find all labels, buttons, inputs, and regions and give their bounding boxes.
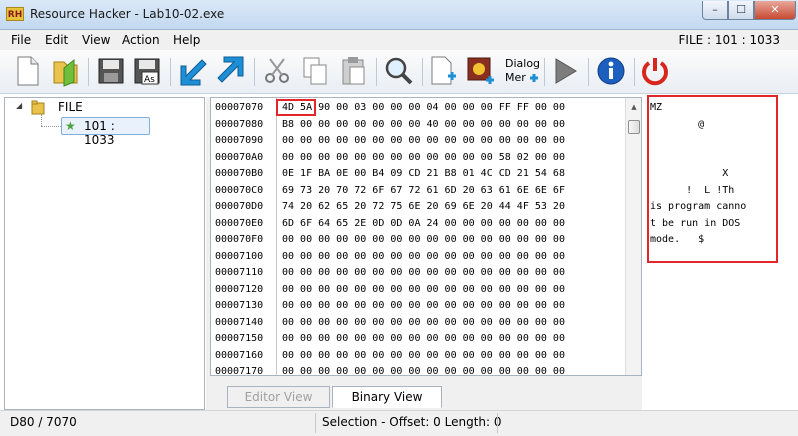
- add-image-icon[interactable]: [464, 54, 498, 88]
- menu-action[interactable]: Action: [122, 33, 160, 47]
- minimize-button[interactable]: –: [702, 1, 728, 20]
- hex-address: 00007100: [215, 250, 264, 262]
- compile-run-icon[interactable]: [548, 54, 582, 88]
- dialog-label: Dialog: [505, 57, 540, 70]
- svg-text:As: As: [144, 75, 155, 85]
- export-arrow-icon[interactable]: [214, 54, 248, 88]
- hex-address: 000070A0: [215, 151, 264, 163]
- hex-bytes[interactable]: 74 20 62 65 20 72 75 6E 20 69 6E 20 44 4…: [282, 199, 565, 215]
- hex-bytes[interactable]: 00 00 00 00 00 00 00 00 00 00 00 00 00 0…: [282, 364, 565, 375]
- hex-bytes[interactable]: 6D 6F 64 65 2E 0D 0D 0A 24 00 00 00 00 0…: [282, 216, 565, 232]
- status-bar: D80 / 7070 Selection - Offset: 0 Length:…: [0, 410, 798, 436]
- tab-editor-view[interactable]: Editor View: [227, 386, 330, 408]
- paste-icon[interactable]: [336, 54, 370, 88]
- info-icon[interactable]: [594, 54, 628, 88]
- app-logo-icon: RH: [6, 7, 24, 21]
- hex-bytes[interactable]: 00 00 00 00 00 00 00 00 00 00 00 00 00 0…: [282, 249, 565, 265]
- hex-address: 00007090: [215, 135, 264, 146]
- hex-bytes[interactable]: 00 00 00 00 00 00 00 00 00 00 00 00 00 0…: [282, 348, 565, 364]
- resource-tree: ◢ FILE ★ 101 : 1033: [4, 97, 205, 410]
- star-icon: ★: [65, 119, 76, 133]
- hex-bytes[interactable]: 00 00 00 00 00 00 00 00 00 00 00 00 00 0…: [282, 265, 565, 281]
- status-selection: Selection - Offset: 0 Length: 0: [322, 415, 502, 429]
- hex-bytes[interactable]: 00 00 00 00 00 00 00 00 00 00 00 00 00 0…: [282, 331, 565, 347]
- hex-bytes[interactable]: B8 00 00 00 00 00 00 00 40 00 00 00 00 0…: [282, 117, 565, 133]
- tab-binary-view[interactable]: Binary View: [332, 386, 442, 408]
- hex-bytes[interactable]: 0E 1F BA 0E 00 B4 09 CD 21 B8 01 4C CD 2…: [282, 166, 565, 182]
- hex-address: 00007120: [215, 283, 264, 295]
- cut-icon[interactable]: [260, 54, 294, 88]
- hex-bytes[interactable]: 00 00 00 00 00 00 00 00 00 00 00 00 00 0…: [282, 282, 565, 298]
- import-arrow-icon[interactable]: [176, 54, 210, 88]
- collapse-arrow-icon[interactable]: ◢: [16, 101, 22, 110]
- add-resource-icon[interactable]: [426, 54, 460, 88]
- hex-address: 00007110: [215, 267, 264, 278]
- title-bar: RH Resource Hacker - Lab10-02.exe – ☐ ✕: [0, 0, 798, 30]
- hex-address: 000070C0: [215, 184, 264, 196]
- menu-bar: File Edit View Action Help FILE : 101 : …: [0, 30, 798, 50]
- open-file-icon[interactable]: [48, 54, 82, 88]
- hex-bytes[interactable]: 00 00 00 00 00 00 00 00 00 00 00 00 00 0…: [282, 232, 565, 248]
- tree-node-file[interactable]: FILE: [58, 100, 83, 114]
- close-button[interactable]: ✕: [754, 1, 796, 20]
- hex-address: 000070E0: [215, 217, 264, 229]
- hex-address: 00007170: [215, 366, 264, 376]
- new-file-icon[interactable]: [10, 54, 44, 88]
- hex-address: 00007140: [215, 316, 264, 328]
- save-as-icon[interactable]: As: [130, 54, 164, 88]
- menu-file[interactable]: File: [11, 33, 31, 47]
- hex-address: 00007160: [215, 349, 264, 361]
- hex-address: 000070F0: [215, 234, 264, 245]
- hex-view[interactable]: 00007070 4D 5A 90 00 03 00 00 00 04 00 00…: [210, 97, 642, 376]
- hex-address: 00007150: [215, 333, 264, 344]
- menu-label: Mer: [505, 71, 526, 84]
- hex-address: 000070D0: [215, 201, 264, 212]
- menu-view[interactable]: View: [82, 33, 110, 47]
- hex-bytes[interactable]: 00 00 00 00 00 00 00 00 00 00 00 00 00 0…: [282, 298, 565, 314]
- status-position: D80 / 7070: [10, 415, 77, 429]
- resource-id-label: FILE : 101 : 1033: [678, 33, 781, 47]
- hex-address: 000070B0: [215, 168, 264, 179]
- exit-power-icon[interactable]: [638, 54, 672, 88]
- menu-help[interactable]: Help: [173, 33, 200, 47]
- tree-node-selected[interactable]: ★ 101 : 1033: [61, 117, 150, 147]
- hex-bytes[interactable]: 69 73 20 70 72 6F 67 72 61 6D 20 63 61 6…: [282, 183, 565, 199]
- hex-address: 00007080: [215, 118, 264, 130]
- mz-highlight-box: [276, 99, 316, 116]
- hex-address: 00007070: [215, 102, 264, 113]
- copy-icon[interactable]: [298, 54, 332, 88]
- menu-edit[interactable]: Edit: [45, 33, 68, 47]
- folder-icon: [31, 99, 45, 115]
- search-icon[interactable]: [382, 54, 416, 88]
- save-icon[interactable]: [94, 54, 128, 88]
- maximize-button[interactable]: ☐: [728, 1, 754, 20]
- window-title: Resource Hacker - Lab10-02.exe: [30, 7, 225, 21]
- hex-bytes[interactable]: 00 00 00 00 00 00 00 00 00 00 00 00 00 0…: [282, 133, 565, 149]
- hex-address: 00007130: [215, 300, 264, 311]
- hex-bytes[interactable]: 4D 5A 90 00 03 00 00 00 04 00 00 00 FF F…: [282, 100, 565, 116]
- dialog-menu-icon[interactable]: Dialog Mer: [502, 54, 540, 88]
- hex-scrollbar[interactable]: ▲: [625, 98, 641, 375]
- toolbar: As Dialog Mer: [0, 50, 798, 94]
- hex-bytes[interactable]: 00 00 00 00 00 00 00 00 00 00 00 00 58 0…: [282, 150, 565, 166]
- scroll-thumb[interactable]: [628, 120, 640, 134]
- hex-bytes[interactable]: 00 00 00 00 00 00 00 00 00 00 00 00 00 0…: [282, 315, 565, 331]
- scroll-up-icon[interactable]: ▲: [629, 102, 639, 112]
- tree-node-101-1033: 101 : 1033: [84, 119, 115, 147]
- ascii-highlight-box: [647, 95, 778, 263]
- view-tabs: Editor View Binary View: [210, 376, 642, 410]
